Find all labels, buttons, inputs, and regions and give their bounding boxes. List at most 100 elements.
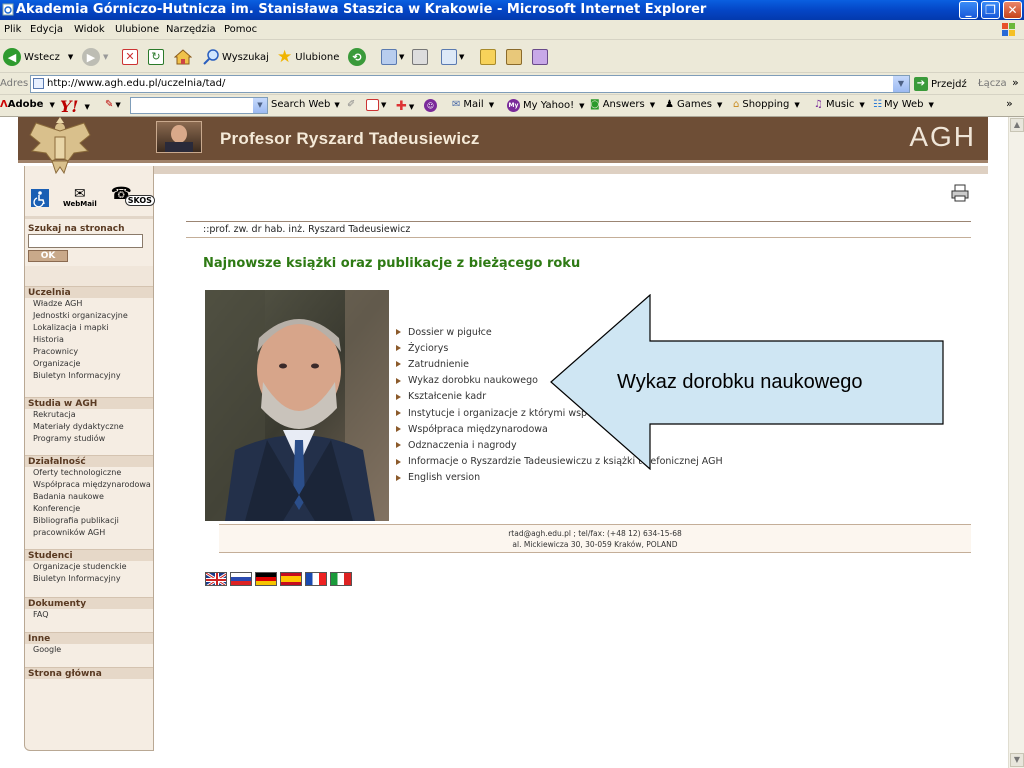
window-title-bar[interactable]: Akademia Górniczo-Hutnicza im. Stanisław… bbox=[0, 0, 1024, 20]
vertical-scrollbar[interactable]: ▲ ▼ bbox=[1008, 117, 1024, 768]
scroll-up-icon[interactable]: ▲ bbox=[1010, 118, 1024, 132]
sidebar-item[interactable]: Materiały dydaktyczne bbox=[25, 421, 153, 433]
spanish-flag[interactable] bbox=[280, 572, 302, 586]
sidebar-item[interactable]: Konferencje bbox=[25, 503, 153, 515]
menu-view[interactable]: Widok bbox=[74, 24, 105, 35]
links-more-icon[interactable]: » bbox=[1012, 76, 1019, 89]
yahoo-more-icon[interactable]: » bbox=[1006, 97, 1013, 110]
edit-dropdown-icon: ▼ bbox=[459, 53, 465, 61]
yahoo-mail-button[interactable]: ✉ Mail ▼ bbox=[452, 99, 494, 110]
my-yahoo-button[interactable]: My My Yahoo! ▼ bbox=[507, 99, 585, 112]
music-button[interactable]: ♫ Music ▼ bbox=[814, 99, 865, 110]
sidebar-item[interactable]: Google bbox=[25, 644, 153, 656]
shopping-button[interactable]: ⌂ Shopping ▼ bbox=[733, 99, 800, 110]
printer-icon[interactable] bbox=[950, 183, 970, 203]
sidebar-search-ok-button[interactable]: OK bbox=[28, 250, 68, 262]
my-web-button[interactable]: ☷ My Web ▼ bbox=[873, 99, 934, 110]
sidebar-item[interactable]: Badania naukowe bbox=[25, 491, 153, 503]
sidebar-section-title[interactable]: Działalność bbox=[25, 455, 153, 467]
highlight-button[interactable]: ✐ bbox=[347, 99, 355, 110]
messenger-button[interactable] bbox=[532, 47, 548, 67]
close-button[interactable]: ✕ bbox=[1003, 1, 1022, 19]
back-dropdown-icon: ▼ bbox=[67, 53, 74, 61]
sidebar-item[interactable]: Bibliografia publikacji bbox=[25, 515, 153, 527]
menu-file[interactable]: Plik bbox=[4, 24, 21, 35]
refresh-button[interactable]: ↻ bbox=[148, 47, 164, 67]
maximize-button[interactable]: ❐ bbox=[981, 1, 1000, 19]
sidebar-item[interactable]: Pracownicy bbox=[25, 346, 153, 358]
address-dropdown-icon[interactable]: ▼ bbox=[893, 76, 909, 92]
favorites-button[interactable]: ★ Ulubione bbox=[277, 47, 339, 67]
research-icon bbox=[506, 49, 522, 65]
sidebar-spacer bbox=[25, 266, 153, 286]
sidebar-item[interactable]: Organizacje bbox=[25, 358, 153, 370]
skos-link[interactable]: ☎ SKOS bbox=[107, 184, 155, 208]
sidebar-item[interactable]: FAQ bbox=[25, 609, 153, 621]
antispy-button[interactable]: ✚ ▼ bbox=[396, 99, 414, 114]
sidebar-item[interactable]: Oferty technologiczne bbox=[25, 467, 153, 479]
search-icon bbox=[203, 49, 219, 65]
links-label[interactable]: Łącza bbox=[978, 78, 1007, 89]
back-button[interactable]: ◀ Wstecz ▼ bbox=[3, 47, 73, 67]
sidebar-section: Inne Google bbox=[25, 632, 153, 656]
home-button[interactable] bbox=[174, 47, 192, 67]
sidebar-section-title[interactable]: Inne bbox=[25, 632, 153, 644]
sidebar-item[interactable]: pracowników AGH bbox=[25, 527, 153, 539]
minimize-button[interactable]: _ bbox=[959, 1, 978, 19]
sidebar-item[interactable]: Jednostki organizacyjne bbox=[25, 310, 153, 322]
stop-button[interactable]: ✕ bbox=[122, 47, 138, 67]
print-button[interactable] bbox=[412, 47, 428, 67]
sidebar-item[interactable]: Biuletyn Informacyjny bbox=[25, 370, 153, 382]
adobe-button[interactable]: Λ Adobe ▼ bbox=[0, 99, 55, 110]
menu-tools[interactable]: Narzędzia bbox=[166, 24, 216, 35]
pencil-button[interactable]: ✎ ▼ bbox=[105, 99, 121, 110]
accessibility-icon[interactable] bbox=[31, 189, 49, 207]
sidebar-section-title[interactable]: Dokumenty bbox=[25, 597, 153, 609]
menu-favorites[interactable]: Ulubione bbox=[115, 24, 159, 35]
sidebar-search-input[interactable] bbox=[28, 234, 143, 248]
sidebar-item[interactable]: Programy studiów bbox=[25, 433, 153, 445]
sidebar-item[interactable]: Współpraca międzynarodowa bbox=[25, 479, 153, 491]
games-button[interactable]: ♟ Games ▼ bbox=[665, 99, 722, 110]
german-flag[interactable] bbox=[255, 572, 277, 586]
sidebar-item[interactable]: Historia bbox=[25, 334, 153, 346]
russian-flag[interactable] bbox=[230, 572, 252, 586]
sidebar-item[interactable]: Organizacje studenckie bbox=[25, 561, 153, 573]
menu-edit[interactable]: Edycja bbox=[30, 24, 63, 35]
address-label: Adres bbox=[0, 78, 29, 89]
sidebar-section-title[interactable]: Uczelnia bbox=[25, 286, 153, 298]
menu-help[interactable]: Pomoc bbox=[224, 24, 257, 35]
history-button[interactable]: ⟲ bbox=[348, 47, 369, 67]
webmail-link[interactable]: ✉ WebMail bbox=[63, 187, 97, 208]
sidebar-item[interactable]: Władze AGH bbox=[25, 298, 153, 310]
french-flag[interactable] bbox=[305, 572, 327, 586]
popup-blocker-button[interactable]: ▼ bbox=[366, 99, 386, 111]
research-button[interactable] bbox=[506, 47, 522, 67]
sidebar-section-title[interactable]: Studia w AGH bbox=[25, 397, 153, 409]
forward-button[interactable]: ▶ ▼ bbox=[82, 47, 108, 67]
home-icon bbox=[174, 49, 192, 65]
sidebar-section-title[interactable]: Strona główna bbox=[25, 667, 153, 679]
address-field[interactable]: http://www.agh.edu.pl/uczelnia/tad/ ▼ bbox=[30, 75, 910, 93]
sidebar-item[interactable]: Biuletyn Informacyjny bbox=[25, 573, 153, 585]
edit-button[interactable]: ▼ bbox=[441, 47, 464, 67]
answers-button[interactable]: ◙ Answers ▼ bbox=[590, 99, 655, 110]
yahoo-logo-button[interactable]: Y! ▼ bbox=[60, 97, 90, 116]
sidebar-section-title[interactable]: Studenci bbox=[25, 549, 153, 561]
agh-logo[interactable]: AGH bbox=[909, 121, 976, 153]
discuss-button[interactable] bbox=[480, 47, 496, 67]
search-web-button[interactable]: Search Web ▼ bbox=[271, 99, 340, 110]
go-button[interactable]: ➔ Przejdź bbox=[914, 77, 967, 91]
yahoo-search-input[interactable]: ▼ bbox=[130, 97, 268, 114]
english-flag[interactable] bbox=[205, 572, 227, 586]
scroll-down-icon[interactable]: ▼ bbox=[1010, 753, 1024, 767]
search-button[interactable]: Wyszukaj bbox=[202, 47, 269, 67]
search-dropdown-icon[interactable]: ▼ bbox=[253, 98, 267, 113]
messenger-y-button[interactable]: ☺ bbox=[424, 99, 440, 112]
italian-flag[interactable] bbox=[330, 572, 352, 586]
sidebar-item[interactable]: Rekrutacja bbox=[25, 409, 153, 421]
profile-link-label: Wykaz dorobku naukowego bbox=[408, 375, 538, 387]
mail-button[interactable]: ▼ bbox=[381, 47, 404, 67]
sidebar-item[interactable]: Lokalizacja i mapki bbox=[25, 322, 153, 334]
profile-link[interactable]: English version bbox=[396, 470, 723, 486]
